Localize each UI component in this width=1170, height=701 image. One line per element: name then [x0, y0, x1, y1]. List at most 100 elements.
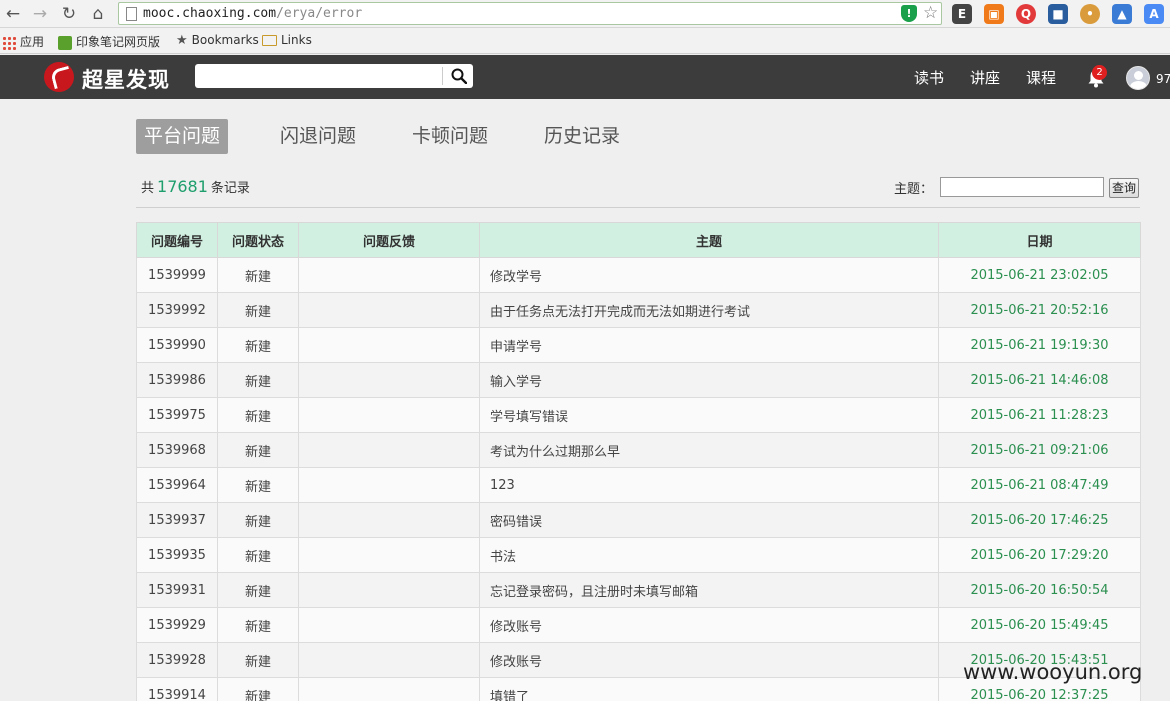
table-body: 1539999 新建 修改学号 2015-06-21 23:02:05 1539992 新… [136, 257, 1141, 701]
record-count-number: 17681 [157, 177, 208, 196]
search-input[interactable] [199, 66, 439, 86]
page-icon [126, 7, 137, 21]
cell-date: 2015-06-21 11:28:23 [938, 397, 1141, 433]
table-row[interactable]: 1539999 新建 修改学号 2015-06-21 23:02:05 [136, 257, 1141, 293]
cell-feedback [298, 292, 480, 328]
table-row[interactable]: 1539990 新建 申请学号 2015-06-21 19:19:30 [136, 327, 1141, 363]
bookmarks-bar: 应用 印象笔记网页版 ★ Bookmarks Links [0, 28, 1170, 54]
table-row[interactable]: 1539986 新建 输入学号 2015-06-21 14:46:08 [136, 362, 1141, 398]
record-count-prefix: 共 [141, 181, 155, 196]
extension-translate-icon[interactable]: A [1144, 4, 1164, 24]
cell-date: 2015-06-20 16:50:54 [938, 572, 1141, 608]
avatar[interactable] [1126, 66, 1150, 90]
url-host: mooc.chaoxing.com [143, 6, 277, 21]
cell-status: 新建 [217, 292, 299, 328]
search-divider [442, 67, 443, 85]
table-row[interactable]: 1539992 新建 由于任务点无法打开完成而无法如期进行考试 2015-06-21 … [136, 292, 1141, 328]
extension-evernote-icon[interactable]: E [952, 4, 972, 24]
column-header-date: 日期 [938, 222, 1141, 258]
cell-topic: 输入学号 [479, 362, 939, 398]
forward-arrow-icon[interactable]: → [29, 3, 51, 25]
table-row[interactable]: 1539931 新建 忘记登录密码，且注册时未填写邮箱 2015-06-20 16:5… [136, 572, 1141, 608]
logo-text[interactable]: 超星发现 [82, 64, 170, 94]
table-row[interactable]: 1539937 新建 密码错误 2015-06-20 17:46:25 [136, 502, 1141, 538]
tab-platform-issues[interactable]: 平台问题 [136, 119, 229, 154]
cell-id: 1539975 [136, 397, 218, 433]
nav-reading[interactable]: 读书 [914, 67, 944, 88]
cell-feedback [298, 432, 480, 468]
tab-lag-issues[interactable]: 卡顿问题 [412, 119, 488, 154]
site-header: 超星发现 读书 讲座 课程 97 [0, 55, 1170, 99]
cell-feedback [298, 677, 480, 701]
cell-feedback [298, 327, 480, 363]
bookmark-apps[interactable]: 应用 [2, 33, 44, 50]
table-row[interactable]: 1539929 新建 修改账号 2015-06-20 15:49:45 [136, 607, 1141, 643]
cell-topic: 考试为什么过期那么早 [479, 432, 939, 468]
cell-id: 1539914 [136, 677, 218, 701]
cell-status: 新建 [217, 467, 299, 503]
cell-topic: 修改账号 [479, 642, 939, 678]
cell-id: 1539990 [136, 327, 218, 363]
query-button[interactable]: 查询 [1109, 178, 1139, 198]
bookmark-label: Links [281, 33, 312, 47]
cell-feedback [298, 397, 480, 433]
cell-date: 2015-06-20 15:49:45 [938, 607, 1141, 643]
cell-topic: 忘记登录密码，且注册时未填写邮箱 [479, 572, 939, 608]
cell-date: 2015-06-21 08:47:49 [938, 467, 1141, 503]
cell-topic: 密码错误 [479, 502, 939, 538]
extension-cap-icon[interactable]: ▲ [1112, 4, 1132, 24]
table-row[interactable]: 1539975 新建 学号填写错误 2015-06-21 11:28:23 [136, 397, 1141, 433]
home-icon[interactable]: ⌂ [87, 3, 109, 25]
extension-blue-icon[interactable]: ■ [1048, 4, 1068, 24]
cell-feedback [298, 362, 480, 398]
shield-icon[interactable]: ! [901, 5, 917, 22]
url-path: /erya/error [276, 6, 363, 21]
cell-date: 2015-06-21 14:46:08 [938, 362, 1141, 398]
tab-history[interactable]: 历史记录 [544, 119, 620, 154]
cell-status: 新建 [217, 537, 299, 573]
cell-status: 新建 [217, 677, 299, 701]
extension-search-icon[interactable]: Q [1016, 4, 1036, 24]
cell-id: 1539992 [136, 292, 218, 328]
extension-orange-icon[interactable]: ▣ [984, 4, 1004, 24]
folder-icon [262, 35, 277, 46]
cell-date: 2015-06-21 09:21:06 [938, 432, 1141, 468]
address-bar[interactable]: mooc.chaoxing.com/erya/error ! ☆ [118, 2, 942, 25]
cell-feedback [298, 607, 480, 643]
cell-id: 1539986 [136, 362, 218, 398]
extension-cookie-icon[interactable]: • [1080, 4, 1100, 24]
browser-toolbar: ← → ↻ ⌂ mooc.chaoxing.com/erya/error ! ☆… [0, 0, 1170, 28]
cell-status: 新建 [217, 397, 299, 433]
cell-id: 1539937 [136, 502, 218, 538]
search-icon[interactable] [451, 68, 467, 84]
cell-id: 1539999 [136, 257, 218, 293]
cell-date: 2015-06-21 20:52:16 [938, 292, 1141, 328]
cell-topic: 123 [479, 467, 939, 503]
user-number[interactable]: 97 [1156, 72, 1170, 86]
cell-topic: 修改账号 [479, 607, 939, 643]
table-row[interactable]: 1539968 新建 考试为什么过期那么早 2015-06-21 09:21:06 [136, 432, 1141, 468]
column-header-feedback: 问题反馈 [298, 222, 480, 258]
bookmark-evernote[interactable]: 印象笔记网页版 [58, 33, 160, 50]
nav-lectures[interactable]: 讲座 [970, 67, 1000, 88]
bookmark-bookmarks[interactable]: ★ Bookmarks [176, 33, 259, 48]
watermark: www.wooyun.org [963, 660, 1143, 684]
bookmark-star-icon[interactable]: ☆ [923, 3, 938, 23]
cell-id: 1539928 [136, 642, 218, 678]
cell-date: 2015-06-21 19:19:30 [938, 327, 1141, 363]
tab-crash-issues[interactable]: 闪退问题 [280, 119, 356, 154]
back-arrow-icon[interactable]: ← [2, 3, 24, 25]
chaoxing-logo-icon[interactable] [44, 62, 74, 92]
table-row[interactable]: 1539935 新建 书法 2015-06-20 17:29:20 [136, 537, 1141, 573]
bookmark-label: 印象笔记网页版 [76, 35, 161, 49]
topic-filter-input[interactable] [940, 177, 1104, 197]
nav-courses[interactable]: 课程 [1026, 67, 1056, 88]
reload-icon[interactable]: ↻ [58, 3, 80, 25]
evernote-icon [58, 35, 72, 50]
cell-topic: 修改学号 [479, 257, 939, 293]
table-row[interactable]: 1539964 新建 123 2015-06-21 08:47:49 [136, 467, 1141, 503]
cell-date: 2015-06-20 17:29:20 [938, 537, 1141, 573]
url-text: mooc.chaoxing.com/erya/error [143, 6, 362, 21]
cell-feedback [298, 502, 480, 538]
bookmark-links[interactable]: Links [262, 33, 312, 47]
